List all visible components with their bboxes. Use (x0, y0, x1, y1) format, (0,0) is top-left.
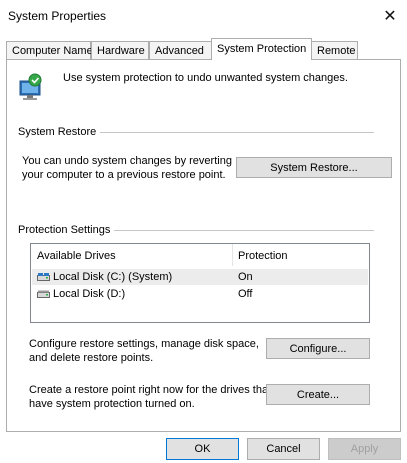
system-restore-description-line1: You can undo system changes by reverting (22, 155, 232, 167)
close-icon[interactable]: ✕ (373, 0, 407, 32)
drive-protection-status: On (238, 271, 253, 283)
column-separator (232, 244, 233, 266)
drive-name: Local Disk (C:) (System) (53, 271, 173, 283)
cancel-button[interactable]: Cancel (247, 438, 320, 460)
configure-button[interactable]: Configure... (266, 338, 370, 359)
tab-computer-name[interactable]: Computer Name (6, 41, 93, 59)
tab-advanced[interactable]: Advanced (149, 41, 212, 59)
title-bar: System Properties ✕ (0, 0, 407, 32)
drive-name: Local Disk (D:) (53, 288, 126, 300)
create-description-line2: have system protection turned on. (29, 398, 195, 410)
create-description-line1: Create a restore point right now for the… (29, 384, 272, 396)
create-description: Create a restore point right now for the… (29, 383, 271, 411)
create-button[interactable]: Create... (266, 384, 370, 405)
drive-protection-status: Off (238, 288, 253, 300)
configure-description-line1: Configure restore settings, manage disk … (29, 338, 259, 350)
configure-description-line2: and delete restore points. (29, 352, 154, 364)
configure-description: Configure restore settings, manage disk … (29, 337, 259, 365)
disk-drive-icon (37, 290, 50, 298)
tab-system-protection[interactable]: System Protection (211, 38, 312, 60)
system-restore-description: You can undo system changes by reverting… (22, 154, 232, 182)
drive-row-d[interactable]: Local Disk (D:) Off (32, 286, 368, 302)
system-protection-shield-icon (19, 73, 42, 100)
apply-button[interactable]: Apply (328, 438, 401, 460)
drives-list-header: Available Drives Protection (31, 244, 369, 266)
ok-button[interactable]: OK (166, 438, 239, 460)
column-header-protection[interactable]: Protection (238, 250, 288, 262)
protection-settings-heading: Protection Settings (18, 224, 115, 236)
column-header-available-drives[interactable]: Available Drives (37, 250, 116, 262)
tab-remote[interactable]: Remote (311, 41, 358, 59)
drive-row-c[interactable]: Local Disk (C:) (System) On (32, 269, 368, 285)
system-drive-icon (37, 273, 50, 281)
tab-hardware[interactable]: Hardware (91, 41, 149, 59)
intro-text: Use system protection to undo unwanted s… (63, 72, 348, 84)
system-restore-button[interactable]: System Restore... (236, 157, 392, 178)
system-restore-description-line2: your computer to a previous restore poin… (22, 169, 226, 181)
system-restore-heading: System Restore (18, 126, 101, 138)
drives-list[interactable]: Available Drives Protection Local Disk (… (30, 243, 370, 323)
tab-strip: Computer Name Hardware Advanced System P… (0, 38, 407, 60)
window-title: System Properties (8, 9, 107, 23)
